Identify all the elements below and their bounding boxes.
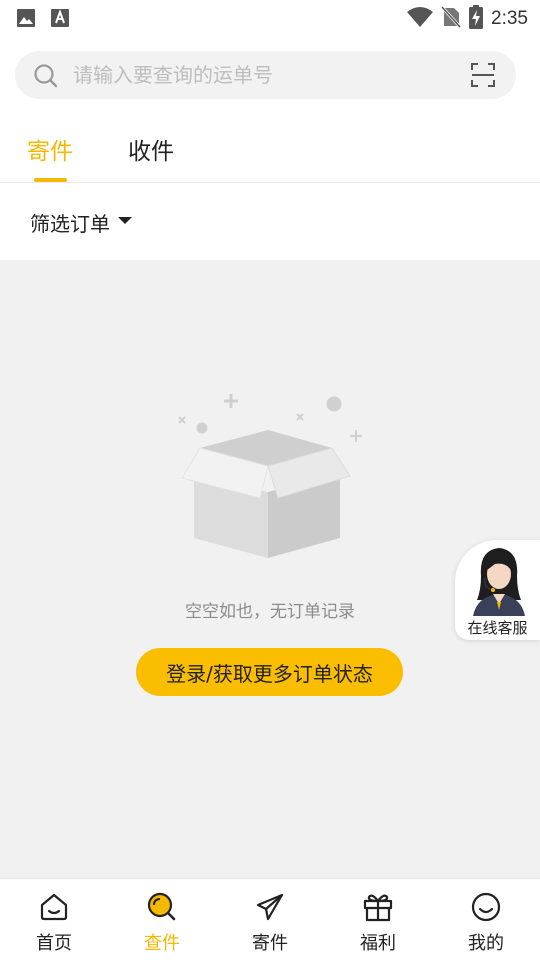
nav-send[interactable]: 寄件 bbox=[216, 879, 324, 960]
filter-label: 筛选订单 bbox=[30, 212, 110, 236]
divider bbox=[0, 182, 540, 183]
gift-icon bbox=[362, 891, 394, 927]
battery-charging-icon bbox=[469, 5, 484, 33]
nav-benefits[interactable]: 福利 bbox=[324, 879, 432, 960]
home-icon bbox=[38, 891, 70, 927]
nav-track[interactable]: 查件 bbox=[108, 879, 216, 960]
caret-down-icon bbox=[118, 217, 132, 224]
tab-send[interactable]: 寄件 bbox=[27, 132, 73, 166]
nav-mine-label: 我的 bbox=[468, 933, 504, 954]
tab-receive[interactable]: 收件 bbox=[128, 132, 174, 166]
nav-mine[interactable]: 我的 bbox=[432, 879, 540, 960]
nav-home-label: 首页 bbox=[36, 933, 72, 954]
filter-dropdown[interactable]: 筛选订单 bbox=[30, 208, 132, 237]
nav-send-label: 寄件 bbox=[252, 933, 288, 954]
status-bar: 2:35 bbox=[0, 0, 540, 36]
clock: 2:35 bbox=[491, 8, 528, 29]
login-button[interactable]: 登录/获取更多订单状态 bbox=[136, 648, 403, 696]
no-sim-icon bbox=[440, 5, 462, 32]
nav-benefits-label: 福利 bbox=[360, 933, 396, 954]
scan-icon[interactable] bbox=[470, 62, 496, 92]
paper-plane-icon bbox=[254, 891, 286, 927]
bottom-nav: 首页 查件 寄件 福利 我的 bbox=[0, 878, 540, 960]
wifi-icon bbox=[407, 6, 434, 32]
smile-icon bbox=[470, 891, 502, 927]
service-agent-avatar bbox=[471, 544, 527, 620]
nav-track-label: 查件 bbox=[144, 933, 180, 954]
gallery-notification-icon bbox=[16, 8, 36, 32]
font-notification-icon bbox=[50, 8, 70, 32]
search-bar[interactable] bbox=[15, 51, 516, 99]
search-icon bbox=[146, 891, 178, 927]
online-service-button[interactable]: 在线客服 bbox=[455, 540, 540, 640]
empty-box-illustration bbox=[170, 390, 370, 574]
search-icon bbox=[33, 63, 59, 93]
nav-home[interactable]: 首页 bbox=[0, 879, 108, 960]
service-label: 在线客服 bbox=[467, 619, 528, 637]
tracking-number-input[interactable] bbox=[73, 51, 453, 99]
order-tabs: 寄件 收件 bbox=[0, 118, 540, 182]
